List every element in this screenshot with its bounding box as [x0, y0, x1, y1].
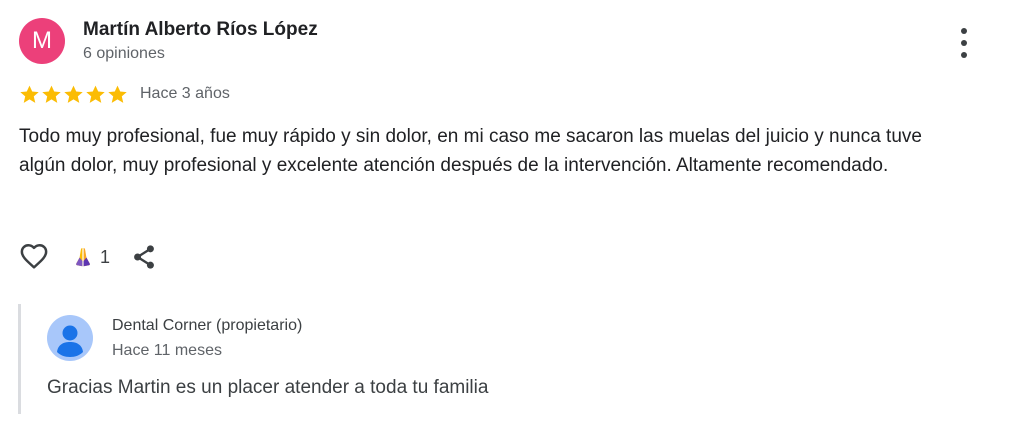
star-icon	[108, 85, 127, 103]
rating-row: Hace 3 años	[19, 83, 230, 105]
reply-text: Gracias Martin es un placer atender a to…	[47, 377, 489, 398]
reaction-button[interactable]: 1	[70, 244, 110, 270]
review-text: Todo muy profesional, fue muy rápido y s…	[19, 126, 922, 176]
star-icon	[42, 85, 61, 103]
author-avatar[interactable]: M	[19, 18, 65, 64]
review-date: Hace 3 años	[140, 85, 230, 102]
reaction-count: 1	[100, 246, 111, 267]
more-vert-icon	[961, 28, 967, 34]
star-icon	[64, 85, 83, 103]
star-icon	[86, 85, 105, 103]
default-user-avatar-icon	[47, 315, 93, 361]
heart-outline-icon[interactable]	[19, 242, 49, 272]
author-name[interactable]: Martín Alberto Ríos López	[83, 19, 318, 41]
more-options-button[interactable]	[948, 26, 980, 60]
star-icon	[20, 85, 39, 103]
share-icon[interactable]	[130, 243, 158, 271]
review-actions: 1	[19, 240, 158, 274]
reply-date: Hace 11 meses	[112, 342, 222, 359]
star-rating	[19, 84, 129, 105]
praying-hands-icon	[76, 248, 90, 267]
owner-reply: Dental Corner (propietario) Hace 11 mese…	[18, 304, 981, 414]
more-vert-icon-dot	[961, 40, 967, 46]
review-card: M Martín Alberto Ríos López 6 opiniones …	[0, 0, 1024, 430]
author-review-count: 6 opiniones	[83, 45, 165, 62]
more-vert-icon-dot	[961, 52, 967, 58]
reply-owner-name: Dental Corner (propietario)	[112, 317, 303, 334]
